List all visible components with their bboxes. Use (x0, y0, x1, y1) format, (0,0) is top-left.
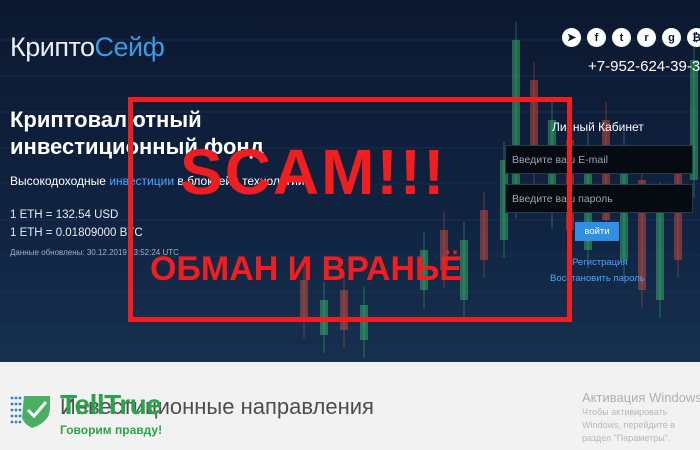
telltrue-logo-dot (18, 420, 22, 424)
telltrue-logo-dot (18, 408, 22, 412)
telltrue-logo-dot (18, 402, 22, 406)
telltrue-logo-dot (14, 396, 18, 400)
social-links: ➤ f t r g ₿ (562, 28, 700, 47)
telltrue-logo-dot (14, 414, 18, 418)
telltrue-logo-dot (18, 396, 22, 400)
telltrue-logo-dot (14, 402, 18, 406)
logo-part-2: Сейф (94, 32, 165, 62)
telltrue-slogan: Говорим правду! (60, 423, 163, 437)
telltrue-logo-dot (10, 414, 14, 418)
telltrue-logo-dot (10, 408, 14, 412)
telltrue-logo-dot (10, 402, 14, 406)
telltrue-watermark: TellTrue (60, 389, 162, 420)
logo-part-1: Крипто (10, 32, 95, 62)
telltrue-logo-dot (10, 420, 14, 424)
bitcoin-icon[interactable]: ₿ (687, 28, 700, 47)
telltrue-logo-dot (10, 396, 14, 400)
site-logo[interactable]: КриптоСейф (10, 32, 165, 63)
windows-activation-title: Активация Windows (582, 390, 700, 405)
twitter-icon[interactable]: t (612, 28, 631, 47)
eth-btc-rate: 1 ETH = 0.01809000 BTC (10, 227, 143, 239)
telltrue-logo-icon (10, 396, 50, 428)
register-link[interactable]: Регистрация (572, 257, 628, 268)
subtitle-text-before: Высокодоходные (10, 174, 110, 188)
fraud-overlay-text: ОБМАН И ВРАНЬЁ (150, 250, 463, 288)
scam-overlay-frame (128, 97, 572, 322)
facebook-icon[interactable]: f (587, 28, 606, 47)
hero-section: КриптоСейф ➤ f t r g ₿ +7-952-624-39-3 Крипто… (0, 0, 700, 362)
eth-usd-rate: 1 ETH = 132.54 USD (10, 209, 119, 221)
telltrue-logo-dot (18, 414, 22, 418)
login-button[interactable]: войти (575, 222, 619, 241)
telegram-icon[interactable]: ➤ (562, 28, 581, 47)
telltrue-logo-dot (14, 408, 18, 412)
reddit-icon[interactable]: r (637, 28, 656, 47)
telltrue-logo-dot (14, 420, 18, 424)
phone-number[interactable]: +7-952-624-39-3 (588, 58, 700, 75)
windows-activation-text: Чтобы активировать Windows, перейдите в … (582, 407, 676, 443)
scam-overlay-text: SCAM!!! (180, 136, 447, 208)
bg-candle-body (656, 200, 664, 300)
github-icon[interactable]: g (662, 28, 681, 47)
